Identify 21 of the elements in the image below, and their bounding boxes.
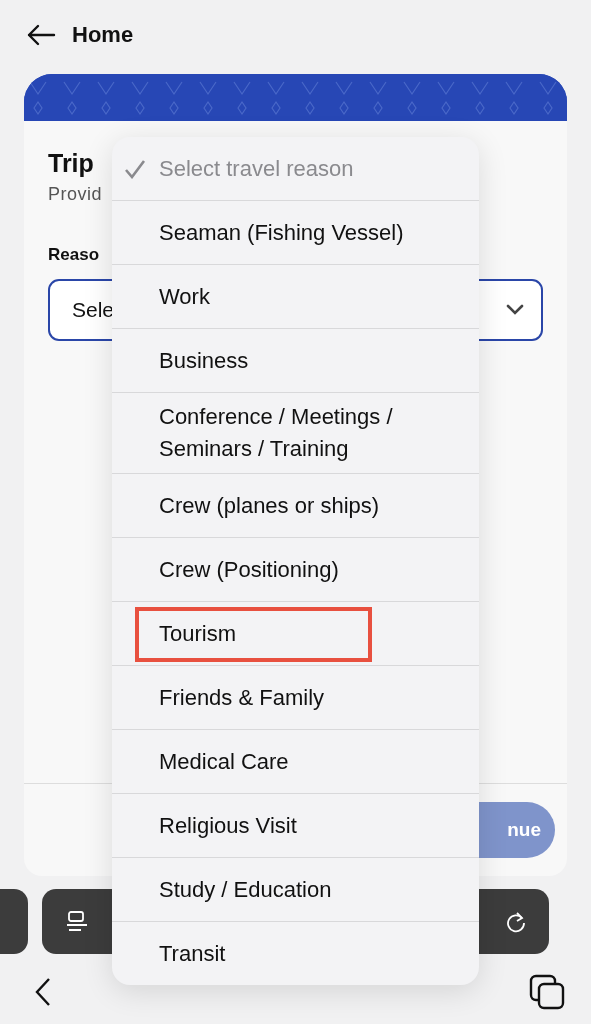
back-arrow-icon[interactable] bbox=[26, 24, 56, 46]
chevron-down-icon bbox=[505, 304, 525, 316]
menu-item[interactable]: Tourism bbox=[112, 601, 479, 665]
checkmark-icon bbox=[124, 158, 146, 179]
menu-item[interactable]: Friends & Family bbox=[112, 665, 479, 729]
menu-item[interactable]: Business bbox=[112, 328, 479, 392]
section-subtitle: Provid bbox=[48, 184, 104, 205]
menu-item[interactable]: Crew (Positioning) bbox=[112, 537, 479, 601]
menu-item[interactable]: Medical Care bbox=[112, 729, 479, 793]
menu-item[interactable]: Seaman (Fishing Vessel) bbox=[112, 200, 479, 264]
menu-item[interactable]: Crew (planes or ships) bbox=[112, 473, 479, 537]
toolbar-pill[interactable] bbox=[0, 889, 28, 954]
menu-item[interactable]: Religious Visit bbox=[112, 793, 479, 857]
tabs-icon[interactable] bbox=[529, 974, 565, 1010]
menu-item[interactable]: Study / Education bbox=[112, 857, 479, 921]
field-label: Reaso bbox=[48, 245, 101, 265]
back-link[interactable]: Home bbox=[72, 22, 134, 48]
section-title: Trip bbox=[48, 149, 95, 178]
menu-item[interactable]: Conference / Meetings / Seminars / Training bbox=[112, 392, 479, 473]
menu-item[interactable]: Transit bbox=[112, 921, 479, 985]
menu-item[interactable]: Work bbox=[112, 264, 479, 328]
